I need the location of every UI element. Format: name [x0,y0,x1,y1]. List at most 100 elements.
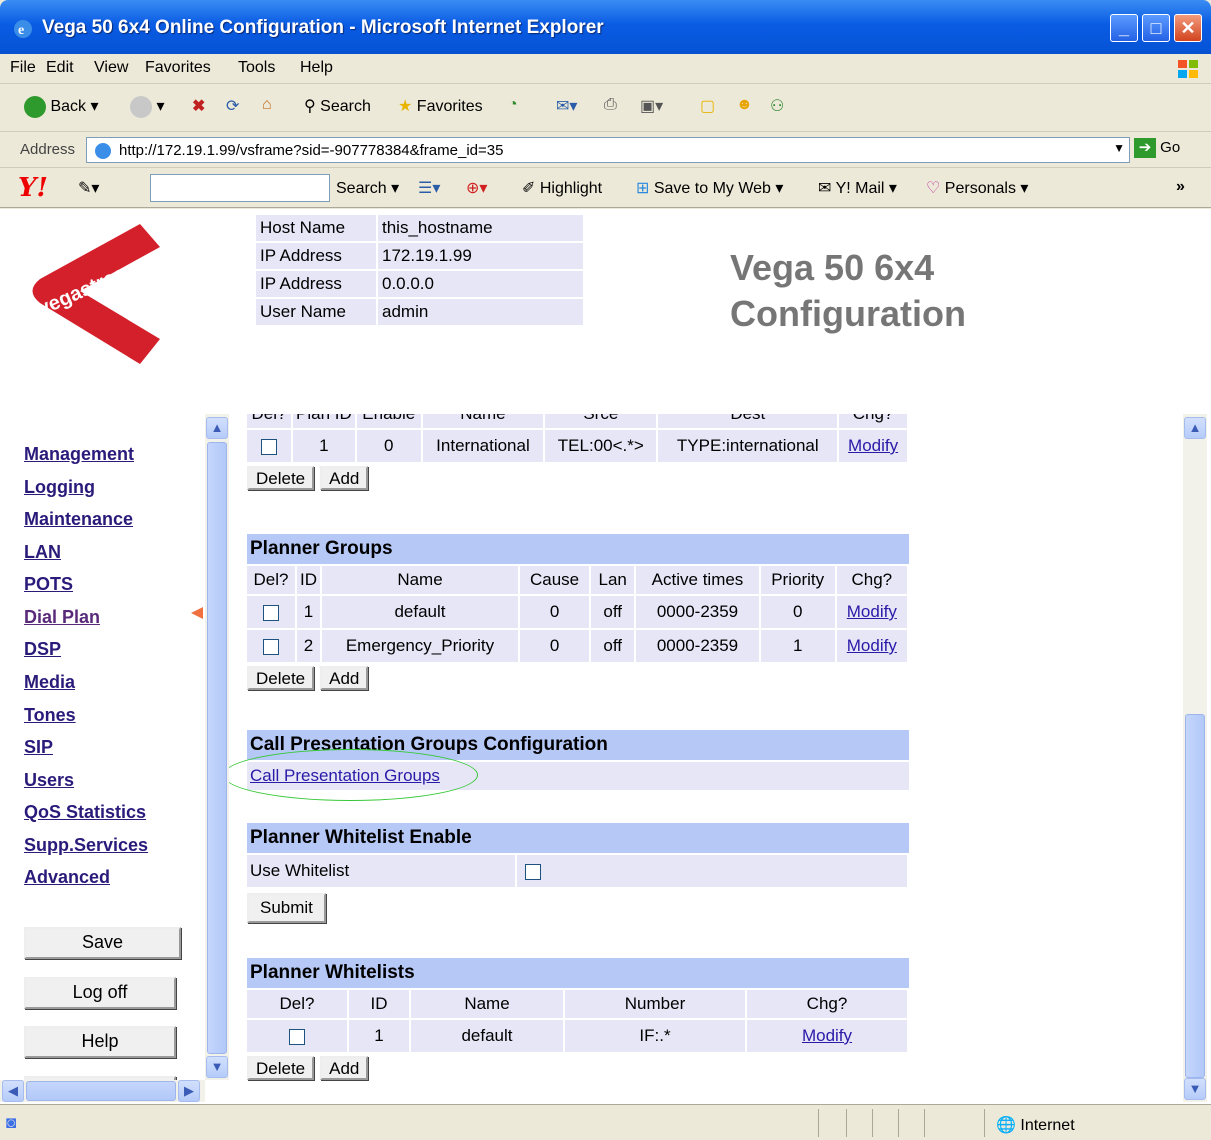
modify-link[interactable]: Modify [848,436,898,455]
log-off-button[interactable]: Log off [24,977,176,1009]
browser-window: e Vega 50 6x4 Online Configuration - Mic… [0,0,1211,1140]
cell-plan-id: 1 [293,430,355,462]
right-scrollbar[interactable]: ▲ ▼ [1183,414,1207,1102]
nav-maintenance[interactable]: Maintenance [24,509,133,530]
address-bar: Address http://172.19.1.99/vsframe?sid=-… [0,132,1211,168]
save-to-my-web-button[interactable]: ⊞ Save to My Web ▾ [636,178,783,198]
horizontal-scroll-thumb[interactable] [26,1081,176,1101]
delete-button[interactable]: Delete [247,466,315,490]
nav-logging[interactable]: Logging [24,477,95,498]
device-info-table: Host Name this_hostname IP Address 172.19.… [254,213,585,327]
scroll-left-icon[interactable]: ◀ [2,1080,24,1102]
cell-name: default [322,596,518,628]
delete-checkbox[interactable] [263,604,279,621]
modify-link[interactable]: Modify [802,1026,852,1045]
cell-name: International [422,430,544,462]
modify-link[interactable]: Modify [847,636,897,655]
nav-qos-statistics[interactable]: QoS Statistics [24,802,146,823]
menu-tools[interactable]: Tools [238,59,275,77]
nav-management[interactable]: Management [24,444,134,465]
menu-view[interactable]: View [94,59,128,77]
stop-icon[interactable]: ✖ [192,96,205,116]
layout-icon[interactable]: ☰▾ [418,178,440,198]
scroll-up-icon[interactable]: ▲ [1184,417,1206,439]
go-button[interactable]: ➔ Go [1134,138,1180,158]
forward-button[interactable]: ▾ [130,96,164,118]
svg-text:e: e [18,23,24,38]
address-input[interactable]: http://172.19.1.99/vsframe?sid=-90777838… [86,137,1130,163]
horizontal-scrollbar[interactable]: ◀ ▶ [0,1080,205,1102]
menu-file[interactable]: File [10,59,36,77]
print-icon[interactable]: ⎙ [604,96,617,114]
cell-id: 1 [297,596,320,628]
scroll-thumb[interactable] [207,442,227,1054]
left-scrollbar[interactable]: ▲ ▼ [205,414,229,1080]
scroll-right-icon[interactable]: ▶ [178,1080,200,1102]
nav-sip[interactable]: SIP [24,737,53,758]
scroll-down-icon[interactable]: ▼ [1184,1078,1206,1100]
nav-supp-services[interactable]: Supp.Services [24,835,148,856]
delete-button[interactable]: Delete [247,666,315,690]
submit-button[interactable]: Submit [247,893,326,923]
refresh-icon[interactable]: ⟳ [226,96,239,116]
pencil-icon[interactable]: ✎▾ [78,178,99,198]
menu-edit[interactable]: Edit [46,59,74,77]
minimize-button[interactable]: _ [1110,14,1138,42]
info-key: User Name [256,299,376,325]
nav-dsp[interactable]: DSP [24,639,61,660]
add-button[interactable]: Add [320,466,369,490]
cell-cause: 0 [520,596,590,628]
yahoo-logo[interactable]: Y! [18,173,48,203]
mail-icon[interactable]: ✉▾ [556,96,577,116]
scroll-down-icon[interactable]: ▼ [206,1056,228,1078]
yahoo-search-button[interactable]: Search ▾ [336,178,399,198]
back-button[interactable]: Back ▾ [24,96,99,118]
delete-checkbox[interactable] [289,1028,305,1045]
yahoo-search-input[interactable] [150,174,330,202]
help-button[interactable]: Help [24,1026,176,1058]
history-icon[interactable]: ◔ [508,96,518,114]
people-icon[interactable]: ⚇ [770,96,784,116]
nav-lan[interactable]: LAN [24,542,61,563]
delete-button[interactable]: Delete [247,1056,315,1080]
add-button[interactable]: Add [320,666,369,690]
scroll-thumb[interactable] [1185,714,1205,1078]
delete-checkbox-cell [247,596,295,628]
modify-link[interactable]: Modify [847,602,897,621]
search-button[interactable]: ⚲ Search [304,96,371,116]
menu-help[interactable]: Help [300,59,333,77]
plus-icon: ⊞ [636,180,650,197]
edit-icon[interactable]: ▣▾ [640,96,663,116]
maximize-button[interactable]: □ [1142,14,1170,42]
nav-users[interactable]: Users [24,770,74,791]
favorites-button[interactable]: ★ Favorites [398,96,483,116]
delete-checkbox[interactable] [261,438,277,455]
col-header: Chg? [839,414,907,428]
save-button[interactable]: Save [24,927,181,959]
scroll-up-icon[interactable]: ▲ [206,417,228,439]
page-heading: Vega 50 6x4 Configuration [730,245,966,337]
section-title: Planner Groups [247,534,909,564]
nav-advanced[interactable]: Advanced [24,867,110,888]
delete-checkbox[interactable] [263,638,279,655]
yahoo-mail-button[interactable]: ✉ Y! Mail ▾ [818,178,897,198]
nav-pots[interactable]: POTS [24,574,73,595]
col-header: Dest [658,414,838,428]
address-url: http://172.19.1.99/vsframe?sid=-90777838… [119,142,504,159]
cell-cause: 0 [520,630,590,662]
nav-tones[interactable]: Tones [24,705,76,726]
use-whitelist-checkbox[interactable] [525,863,541,880]
target-icon[interactable]: ⊕▾ [466,178,487,198]
personals-button[interactable]: ♡ Personals ▾ [926,178,1028,198]
more-chevron-icon[interactable]: » [1176,178,1185,196]
close-button[interactable]: ✕ [1174,14,1202,42]
home-icon[interactable]: ⌂ [262,96,272,114]
nav-media[interactable]: Media [24,672,75,693]
messenger-icon[interactable]: ☻ [736,96,753,114]
menu-favorites[interactable]: Favorites [145,59,211,77]
nav-dial-plan[interactable]: Dial Plan [24,607,100,628]
dropdown-arrow-icon[interactable]: ▼ [1113,141,1125,155]
highlight-button[interactable]: ✐ Highlight [522,178,602,198]
add-button[interactable]: Add [320,1056,369,1080]
note-icon[interactable]: ▢ [700,96,715,116]
